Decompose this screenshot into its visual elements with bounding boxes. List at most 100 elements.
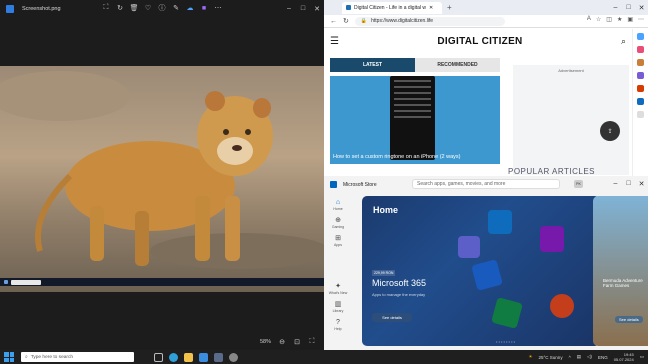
tab-recommended[interactable]: RECOMMENDED — [415, 58, 500, 72]
next-banner[interactable]: Bermuda Adventure Farm Games See details — [593, 196, 648, 346]
copilot-icon[interactable]: ■ — [200, 4, 208, 12]
crop-icon[interactable]: ⛶ — [102, 4, 110, 12]
delete-icon[interactable]: 🗑 — [130, 4, 139, 12]
edge-icon[interactable] — [169, 352, 178, 362]
search-icon[interactable] — [637, 33, 644, 40]
tab-latest[interactable]: LATEST — [330, 58, 415, 72]
edge-toolbar: A ☆ ◫ ★ ▣ ⋯ — [587, 16, 644, 23]
edge-more-icon[interactable]: ⋯ — [638, 16, 644, 23]
new-tab-icon[interactable]: + — [447, 3, 452, 12]
address-bar[interactable]: 🔒 https://www.digitalcitizen.life — [354, 16, 505, 26]
favorites-icon[interactable]: ★ — [617, 16, 622, 23]
minimize-icon[interactable]: – — [609, 0, 622, 15]
taskbar-search-placeholder: Type here to search — [30, 354, 74, 360]
nav-label: Library — [332, 309, 344, 313]
minimize-icon[interactable]: – — [609, 176, 622, 191]
tray-chevron-icon[interactable]: ^ — [569, 355, 571, 360]
hamburger-menu-icon[interactable]: ☰ — [330, 36, 339, 47]
nav-gaming[interactable]: ⊕ Gaming — [325, 216, 351, 229]
taskbar-search-input[interactable]: ⌕ Type here to search — [21, 352, 134, 362]
rotate-icon[interactable]: ↻ — [116, 4, 124, 12]
nav-library[interactable]: ▥ Library — [325, 300, 351, 313]
outlook-icon[interactable] — [637, 98, 644, 105]
cloud-icon[interactable]: ☁ — [186, 4, 194, 12]
edge-window-controls: – □ ✕ — [609, 0, 648, 15]
close-icon[interactable]: ✕ — [635, 176, 648, 191]
favicon-icon — [346, 5, 351, 10]
fullscreen-icon[interactable]: ⛶ — [308, 338, 316, 346]
shopping-icon[interactable] — [637, 46, 644, 53]
photos-toolbar: ⛶ ↻ 🗑 ♡ ⓘ ✎ ☁ ■ ⋯ — [102, 4, 222, 12]
nav-label: Help — [334, 327, 342, 331]
clock[interactable]: 19:45 05.07.2024 — [614, 352, 634, 362]
photos-window-controls: – □ ✕ — [282, 0, 324, 17]
weather-text[interactable]: 25°C Sunny — [539, 355, 563, 360]
explorer-icon[interactable] — [184, 352, 193, 362]
maximize-icon[interactable]: □ — [622, 176, 635, 191]
article-card[interactable]: How to set a custom ringtone on an iPhon… — [330, 76, 500, 164]
site-search-icon[interactable]: ⌕ — [621, 36, 626, 47]
network-icon[interactable]: ▤ — [577, 354, 581, 360]
date: 05.07.2024 — [613, 357, 634, 362]
collections-icon[interactable]: ▣ — [627, 16, 633, 23]
start-button[interactable] — [4, 352, 14, 362]
nav-help[interactable]: ? Help — [325, 318, 351, 332]
product-name: Microsoft 365 — [372, 278, 427, 288]
site-logo[interactable]: DIGITAL CITIZEN — [437, 36, 522, 47]
minimize-icon[interactable]: – — [282, 0, 296, 17]
nav-home[interactable]: ⌂ Home — [325, 198, 351, 212]
photos-icon[interactable] — [199, 352, 208, 362]
zoom-level[interactable]: 58% — [260, 339, 271, 345]
volume-icon[interactable]: ◁) — [587, 354, 592, 360]
settings-icon[interactable] — [229, 352, 238, 362]
add-icon[interactable] — [637, 111, 644, 118]
nav-label: Home — [333, 207, 343, 211]
more-icon[interactable]: ⋯ — [214, 4, 222, 12]
ad-label: Advertisement — [558, 68, 584, 73]
store-search-input[interactable]: Search apps, games, movies, and more — [412, 179, 560, 189]
favorite-icon[interactable]: ☆ — [596, 16, 601, 23]
next-see-details-button[interactable]: See details — [615, 316, 643, 323]
close-icon[interactable]: ✕ — [635, 0, 648, 15]
tools-icon[interactable] — [637, 59, 644, 66]
nav-label: Gaming — [331, 225, 345, 229]
notifications-icon[interactable]: ▭ — [640, 354, 644, 360]
store-icon[interactable] — [214, 352, 223, 362]
tab-close-icon[interactable]: ✕ — [429, 5, 433, 11]
heart-icon[interactable]: ♡ — [144, 4, 152, 12]
hero-banner[interactable]: Home 229,99 RON Microsoft 365 Apps to ma… — [362, 196, 600, 346]
see-details-button[interactable]: See details — [372, 313, 412, 322]
nav-apps[interactable]: ⊞ Apps — [325, 234, 351, 247]
games-icon[interactable] — [637, 72, 644, 79]
task-view-icon[interactable] — [154, 352, 163, 362]
photos-statusbar: 58% ⊖ ⊡ ⛶ — [0, 334, 324, 350]
photos-filename: Screenshot.png — [22, 5, 61, 12]
office-icon[interactable] — [637, 85, 644, 92]
avatar[interactable]: PK — [574, 180, 583, 188]
zoom-out-icon[interactable]: ⊖ — [278, 338, 286, 346]
maximize-icon[interactable]: □ — [296, 0, 310, 17]
close-icon[interactable]: ✕ — [310, 0, 324, 17]
outlook-logo-icon — [488, 210, 512, 234]
store-app-name: Microsoft Store — [343, 181, 377, 188]
read-aloud-icon[interactable]: A — [587, 16, 591, 23]
language[interactable]: ENG — [598, 355, 608, 360]
fit-icon[interactable]: ⊡ — [293, 338, 301, 346]
store-search-placeholder: Search apps, games, movies, and more — [417, 181, 506, 187]
refresh-icon[interactable]: ↻ — [343, 17, 349, 25]
split-icon[interactable]: ◫ — [606, 16, 612, 23]
nav-whats-new[interactable]: ✦ What's New — [325, 282, 351, 295]
share-button[interactable]: ⇪ — [600, 121, 620, 141]
phone-image — [390, 76, 435, 160]
back-icon[interactable]: ← — [330, 18, 337, 25]
store-nav: ⌂ Home ⊕ Gaming ⊞ Apps ✦ What's New ▥ Library… — [324, 193, 352, 350]
info-icon[interactable]: ⓘ — [158, 4, 166, 12]
news-icon: ✦ — [335, 283, 341, 290]
edit-icon[interactable]: ✎ — [172, 4, 180, 12]
store-app-icon — [330, 181, 337, 188]
edge-tab[interactable]: Digital Citizen - Life in a digital w ✕ — [342, 1, 442, 14]
maximize-icon[interactable]: □ — [622, 0, 635, 15]
article-title[interactable]: How to set a custom ringtone on an iPhon… — [333, 154, 496, 160]
edge-window: Digital Citizen - Life in a digital w ✕ … — [324, 0, 648, 176]
carousel-dots[interactable]: • • • • • • • • — [496, 339, 515, 344]
